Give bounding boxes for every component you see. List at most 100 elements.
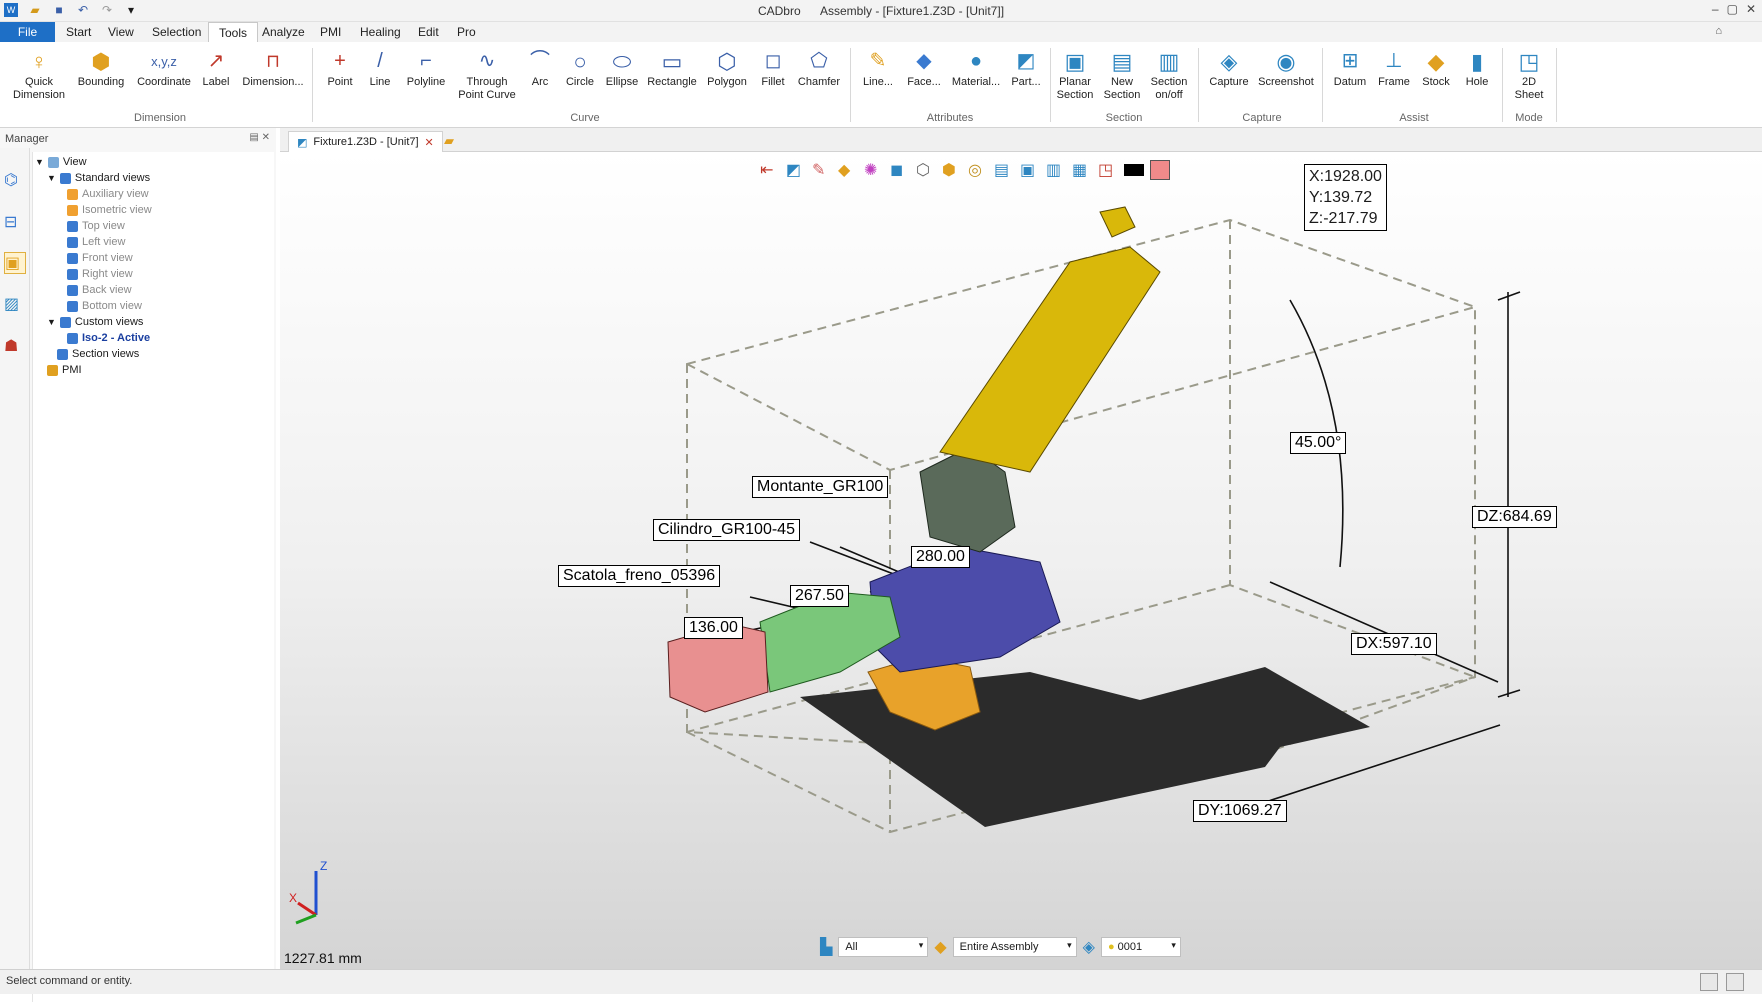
line-button[interactable]: / Line xyxy=(362,46,398,89)
layer-icon[interactable]: ◈ xyxy=(1083,937,1095,957)
polyline-button[interactable]: ⌐ Polyline xyxy=(400,46,452,89)
file-menu[interactable]: File xyxy=(0,22,55,42)
scatola-label[interactable]: Scatola_freno_05396 xyxy=(558,565,721,587)
section-toggle-button[interactable]: ▥ Section on/off xyxy=(1146,46,1192,102)
pin-icon[interactable]: ▤ xyxy=(249,132,258,143)
box-icon[interactable]: ◆ xyxy=(838,160,858,180)
part-attribute-button[interactable]: ◩ Part... xyxy=(1006,46,1046,89)
cube-icon[interactable]: ◼ xyxy=(890,160,910,180)
view-manager-icon[interactable]: ▣ xyxy=(4,252,26,274)
tree-item-section-views[interactable]: Section views xyxy=(57,346,139,362)
angle-label[interactable]: 45.00° xyxy=(1290,432,1347,454)
frame-button[interactable]: ⊥ Frame xyxy=(1374,46,1414,89)
monitor-icon[interactable]: ▣ xyxy=(1020,160,1040,180)
polygon-button[interactable]: ⬡ Polygon xyxy=(702,46,752,89)
rectangle-button[interactable]: ▭ Rectangle xyxy=(644,46,700,89)
fillet-button[interactable]: ◻ Fillet xyxy=(754,46,792,89)
open-folder-icon[interactable]: ▰ xyxy=(444,133,454,149)
layer-select[interactable]: ● 0001 ▾ xyxy=(1100,937,1181,957)
menu-pro[interactable]: Pro xyxy=(457,25,476,39)
tree-item-bottom-view[interactable]: Bottom view xyxy=(67,298,142,314)
pmi-icon[interactable]: ☗ xyxy=(4,336,26,358)
material-button[interactable]: ● Material... xyxy=(948,46,1004,89)
datum-button[interactable]: ⊞ Datum xyxy=(1328,46,1372,89)
tree-item-view[interactable]: ▼ View xyxy=(35,154,87,170)
dy-label[interactable]: DY:1069.27 xyxy=(1193,800,1287,822)
close-icon[interactable]: ✕ xyxy=(262,132,270,143)
image-icon[interactable]: ▨ xyxy=(4,294,26,316)
circle-button[interactable]: ○ Circle xyxy=(560,46,600,89)
close-icon[interactable]: ✕ xyxy=(425,136,434,149)
orient-icon[interactable]: ◩ xyxy=(786,160,806,180)
type-filter-select[interactable]: All ▾ xyxy=(838,937,929,957)
tree-item-back-view[interactable]: Back view xyxy=(67,282,132,298)
coordinate-button[interactable]: x,y,z Coordinate xyxy=(132,46,196,89)
label-button[interactable]: ↗ Label xyxy=(198,46,234,89)
tree-item-auxiliary-view[interactable]: Auxiliary view xyxy=(67,186,149,202)
dimension-280[interactable]: 280.00 xyxy=(911,546,970,568)
layout-toggle-button[interactable] xyxy=(1700,973,1718,991)
planar-section-button[interactable]: ▣ Planar Section xyxy=(1054,46,1096,102)
hole-button[interactable]: ▮ Hole xyxy=(1458,46,1496,89)
stock-button[interactable]: ◆ Stock xyxy=(1416,46,1456,89)
wireframe-icon[interactable]: ⬡ xyxy=(916,160,936,180)
tree-item-custom-views[interactable]: ▼ Custom views xyxy=(47,314,143,330)
menu-tools[interactable]: Tools xyxy=(208,22,259,42)
line-attribute-button[interactable]: ✎ Line... xyxy=(856,46,900,89)
dx-label[interactable]: DX:597.10 xyxy=(1351,633,1437,655)
tree-item-left-view[interactable]: Left view xyxy=(67,234,125,250)
through-point-curve-button[interactable]: ∿ Through Point Curve xyxy=(454,46,520,102)
menu-edit[interactable]: Edit xyxy=(418,25,439,39)
tree-item-pmi[interactable]: PMI xyxy=(47,362,82,378)
dimension-267[interactable]: 267.50 xyxy=(790,585,849,607)
chamfer-button[interactable]: ⬠ Chamfer xyxy=(794,46,844,89)
filter-icon[interactable]: ▦ xyxy=(1072,160,1092,180)
assembly-icon[interactable]: ⊟ xyxy=(4,212,26,234)
quick-dimension-button[interactable]: ♀ Quick Dimension xyxy=(8,46,70,102)
new-section-button[interactable]: ▤ New Section xyxy=(1100,46,1144,102)
ellipse-button[interactable]: ⬭ Ellipse xyxy=(602,46,642,89)
scope-filter-select[interactable]: Entire Assembly ▾ xyxy=(952,937,1077,957)
filter-chart-icon[interactable]: ▙ xyxy=(820,937,832,957)
3d-viewport[interactable]: ⇤ ◩ ✎ ◆ ✺ ◼ ⬡ ⬢ ◎ ▤ ▣ ▥ ▦ ◳ X:1928.00 Y:… xyxy=(280,152,1762,969)
menu-view[interactable]: View xyxy=(108,25,134,39)
arc-button[interactable]: ⌒ Arc xyxy=(522,46,558,89)
shaded-icon[interactable]: ⬢ xyxy=(942,160,962,180)
exit-icon[interactable]: ⇤ xyxy=(760,160,780,180)
point-button[interactable]: + Point xyxy=(320,46,360,89)
black-swatch-icon[interactable] xyxy=(1124,164,1144,176)
assembly-filter-icon[interactable]: ◆ xyxy=(934,937,946,957)
menu-start[interactable]: Start xyxy=(66,25,91,39)
menu-analyze[interactable]: Analyze xyxy=(262,25,305,39)
layout-icon[interactable]: ◳ xyxy=(1098,160,1118,180)
tree-item-top-view[interactable]: Top view xyxy=(67,218,125,234)
sphere-icon[interactable]: ✺ xyxy=(864,160,884,180)
maximize-icon[interactable]: ▢ xyxy=(1727,2,1738,16)
home-icon[interactable]: ⌂ xyxy=(1715,25,1722,37)
display-toggle-button[interactable] xyxy=(1726,973,1744,991)
tree-item-iso-2-active[interactable]: Iso-2 - Active xyxy=(67,330,150,346)
screen-icon[interactable]: ▥ xyxy=(1046,160,1066,180)
minimize-icon[interactable]: – xyxy=(1712,2,1719,16)
red-swatch-icon[interactable] xyxy=(1150,160,1170,180)
tree-item-standard-views[interactable]: ▼ Standard views xyxy=(47,170,150,186)
screenshot-button[interactable]: ◉ Screenshot xyxy=(1256,46,1316,89)
dimension-button[interactable]: ⊓ Dimension... xyxy=(238,46,308,89)
display-icon[interactable]: ▤ xyxy=(994,160,1014,180)
capture-button[interactable]: ◈ Capture xyxy=(1204,46,1254,89)
menu-healing[interactable]: Healing xyxy=(360,25,401,39)
menu-pmi[interactable]: PMI xyxy=(320,25,341,39)
history-icon[interactable]: ⌬ xyxy=(4,170,26,192)
dz-label[interactable]: DZ:684.69 xyxy=(1472,506,1557,528)
face-attribute-button[interactable]: ◆ Face... xyxy=(902,46,946,89)
cilindro-label[interactable]: Cilindro_GR100-45 xyxy=(653,519,800,541)
menu-selection[interactable]: Selection xyxy=(152,25,201,39)
tree-item-isometric-view[interactable]: Isometric view xyxy=(67,202,152,218)
tab-fixture1[interactable]: ◩ Fixture1.Z3D - [Unit7] ✕ xyxy=(288,131,443,152)
dimension-136[interactable]: 136.00 xyxy=(684,617,743,639)
bounding-button[interactable]: ⬢ Bounding xyxy=(74,46,128,89)
tree-item-right-view[interactable]: Right view xyxy=(67,266,133,282)
montante-label[interactable]: Montante_GR100 xyxy=(752,476,889,498)
render-icon[interactable]: ◎ xyxy=(968,160,988,180)
eraser-icon[interactable]: ✎ xyxy=(812,160,832,180)
